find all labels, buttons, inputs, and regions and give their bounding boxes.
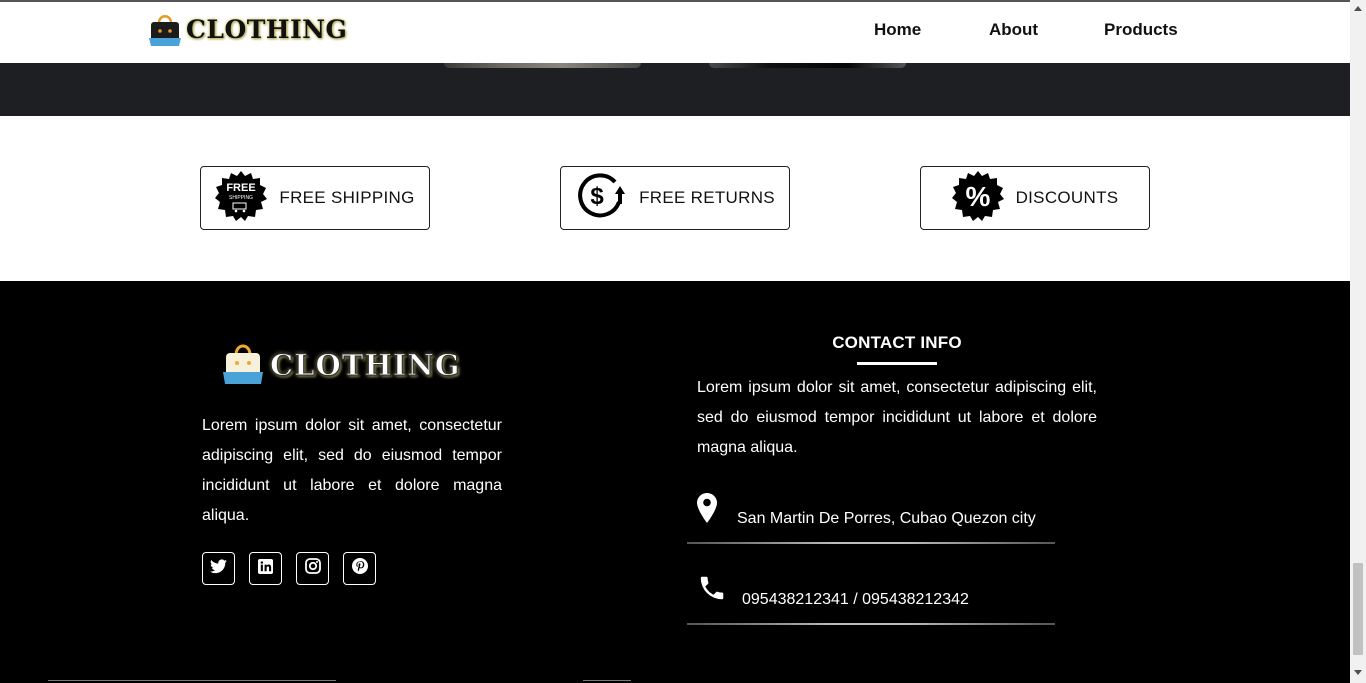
contact-divider <box>687 542 1055 544</box>
product-thumbnail[interactable] <box>444 63 641 68</box>
next-section-edge <box>48 680 336 681</box>
contact-description: Lorem ipsum dolor sit amet, consectetur … <box>697 379 1097 456</box>
svg-text:$: $ <box>590 183 604 210</box>
feature-label: FREE RETURNS <box>639 188 775 207</box>
scroll-up-arrow-icon[interactable] <box>1354 6 1362 11</box>
badge-text: FREE <box>227 182 256 194</box>
features-section: FREE SHIPPING FREE SHIPPING $ FREE RETUR… <box>0 116 1350 281</box>
contact-info-title: CONTACT INFO <box>832 333 962 352</box>
nav-products[interactable]: Products <box>1104 20 1178 40</box>
page-scrollbar[interactable] <box>1350 0 1366 683</box>
header-logo-text: CLOTHING <box>186 14 348 44</box>
dollar-return-icon: $ <box>575 172 627 225</box>
contact-title-underline <box>857 362 937 365</box>
nav-home[interactable]: Home <box>874 20 921 40</box>
address-text: San Martin De Porres, Cubao Quezon city <box>737 510 1036 527</box>
free-shipping-badge-icon: FREE SHIPPING <box>215 170 268 227</box>
shopping-bag-logo-icon <box>148 11 182 47</box>
instagram-link[interactable] <box>296 552 329 585</box>
site-footer: CLOTHING Lorem ipsum dolor sit amet, con… <box>0 281 1350 683</box>
pinterest-icon <box>351 558 368 579</box>
shopping-bag-logo-icon <box>222 339 264 390</box>
footer-logo-text: CLOTHING <box>270 347 461 382</box>
twitter-link[interactable] <box>202 552 235 585</box>
footer-logo[interactable]: CLOTHING <box>222 339 461 390</box>
footer-description: Lorem ipsum dolor sit amet, consectetur … <box>202 417 502 524</box>
scroll-down-arrow-icon[interactable] <box>1354 670 1362 675</box>
nav-about[interactable]: About <box>989 20 1038 40</box>
contact-divider <box>687 623 1055 625</box>
twitter-icon <box>210 559 227 579</box>
map-pin-icon <box>697 493 717 528</box>
feature-label: FREE SHIPPING <box>279 188 415 207</box>
pinterest-link[interactable] <box>343 552 376 585</box>
site-header: CLOTHING Home About Products <box>0 2 1350 63</box>
feature-free-returns: $ FREE RETURNS <box>560 166 790 230</box>
instagram-icon <box>304 558 321 579</box>
social-links <box>202 552 376 585</box>
header-logo[interactable]: CLOTHING <box>148 11 347 47</box>
hero-bottom-strip <box>0 63 1350 116</box>
scrollbar-thumb[interactable] <box>1353 563 1363 655</box>
phone-icon <box>697 573 727 608</box>
product-thumbnail[interactable] <box>709 63 906 68</box>
phone-text: 095438212341 / 095438212342 <box>742 591 969 608</box>
contact-phone: 095438212341 / 095438212342 <box>697 573 969 609</box>
linkedin-link[interactable] <box>249 552 282 585</box>
linkedin-icon <box>258 558 273 579</box>
contact-address: San Martin De Porres, Cubao Quezon city <box>697 493 1036 528</box>
badge-subtext: SHIPPING <box>229 195 253 201</box>
feature-free-shipping: FREE SHIPPING FREE SHIPPING <box>200 166 430 230</box>
next-section-edge <box>583 680 631 681</box>
feature-label: DISCOUNTS <box>1015 188 1119 207</box>
feature-discounts: % DISCOUNTS <box>920 166 1150 230</box>
svg-text:%: % <box>965 181 990 212</box>
percent-badge-icon: % <box>951 170 1004 227</box>
